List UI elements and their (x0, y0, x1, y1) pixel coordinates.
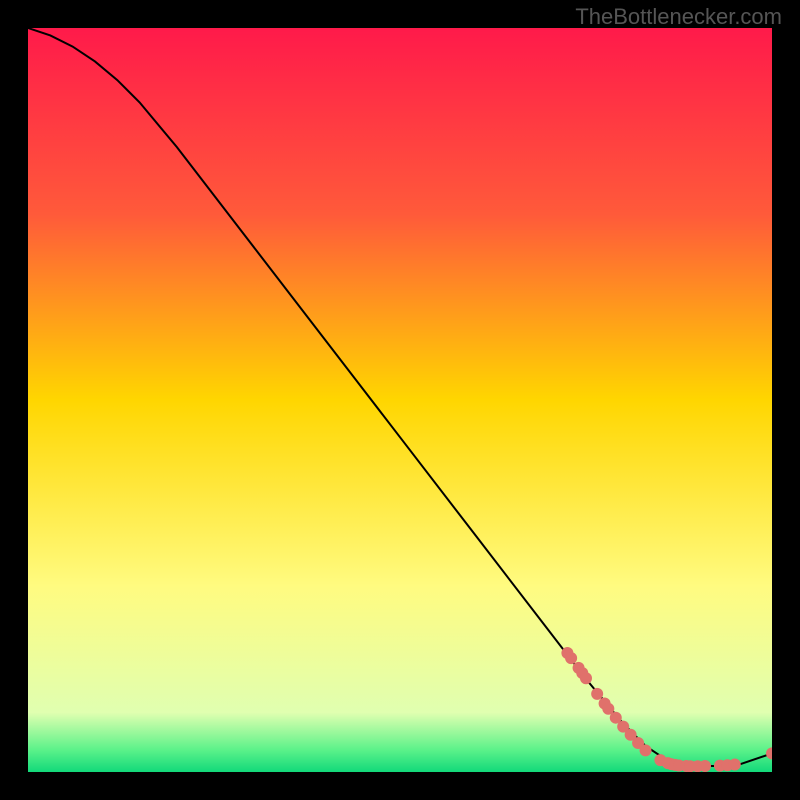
data-marker (699, 760, 711, 772)
gradient-background (28, 28, 772, 772)
data-marker (580, 672, 592, 684)
data-marker (729, 759, 741, 771)
data-marker (591, 688, 603, 700)
data-marker (565, 652, 577, 664)
watermark-text: TheBottlenecker.com (575, 4, 782, 30)
chart-svg (28, 28, 772, 772)
chart-plot-area (28, 28, 772, 772)
data-marker (640, 744, 652, 756)
